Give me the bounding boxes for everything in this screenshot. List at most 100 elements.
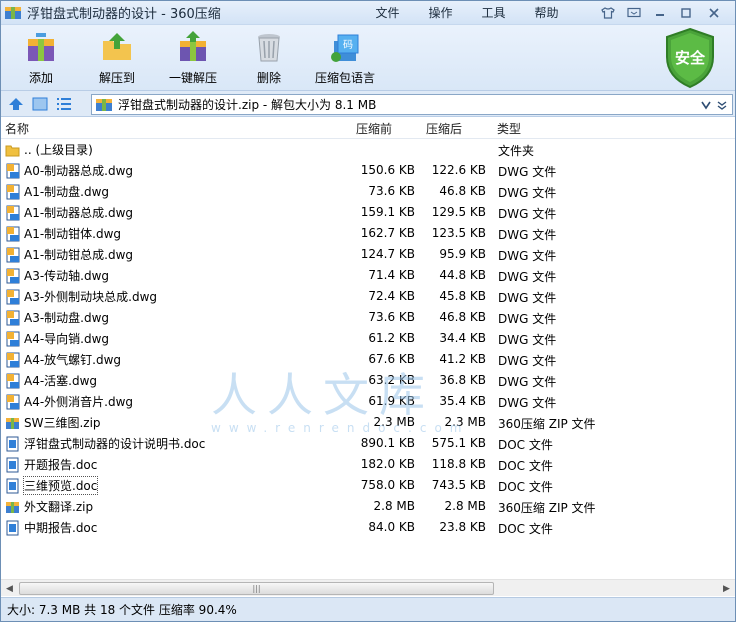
- one-click-extract-label: 一键解压: [168, 71, 217, 85]
- menu-tools[interactable]: 工具: [467, 4, 520, 22]
- file-name: A4-导向销.dwg: [24, 332, 110, 346]
- doc-file-icon: [5, 457, 24, 473]
- file-name-cell: A1-制动器总成.dwg: [5, 204, 133, 221]
- svg-text:码: 码: [343, 39, 353, 51]
- size-before: 890.1 KB: [360, 436, 415, 450]
- file-row[interactable]: 浮钳盘式制动器的设计说明书.doc 890.1 KB 575.1 KB DOC 文件: [1, 433, 735, 454]
- extract-folder-icon: [103, 33, 131, 60]
- message-icon[interactable]: [623, 4, 645, 21]
- minimize-icon[interactable]: [649, 4, 671, 21]
- size-after: 118.8 KB: [431, 457, 486, 471]
- delete-label: 删除: [256, 71, 281, 85]
- file-type: DOC 文件: [498, 522, 553, 536]
- scroll-thumb[interactable]: |||: [19, 582, 494, 595]
- one-click-extract-button[interactable]: 一键解压: [157, 25, 229, 90]
- window-title: 浮钳盘式制动器的设计 - 360压缩: [27, 7, 221, 22]
- size-before: 182.0 KB: [360, 457, 415, 471]
- file-row[interactable]: 中期报告.doc 84.0 KB 23.8 KB DOC 文件: [1, 517, 735, 538]
- file-type: 文件夹: [498, 144, 535, 158]
- scroll-left-icon[interactable]: ◀: [1, 580, 18, 597]
- one-click-extract-icon: [180, 31, 206, 61]
- dwg-file-icon: [5, 310, 24, 326]
- size-before: 2.3 MB: [373, 415, 415, 429]
- maximize-icon[interactable]: [675, 4, 697, 21]
- file-row[interactable]: A1-制动钳体.dwg 162.7 KB 123.5 KB DWG 文件: [1, 223, 735, 244]
- file-name-cell: A3-制动盘.dwg: [5, 309, 109, 326]
- file-name: A4-放气螺钉.dwg: [24, 353, 122, 367]
- file-name: 三维预览.doc: [22, 476, 99, 495]
- file-row[interactable]: 外文翻译.zip 2.8 MB 2.8 MB 360压缩 ZIP 文件: [1, 496, 735, 517]
- up-arrow-icon[interactable]: [7, 96, 25, 112]
- path-field[interactable]: 浮钳盘式制动器的设计.zip - 解包大小为 8.1 MB: [91, 94, 733, 115]
- file-row[interactable]: 三维预览.doc 758.0 KB 743.5 KB DOC 文件: [1, 475, 735, 496]
- size-after: 41.2 KB: [439, 352, 486, 366]
- file-name-cell: 三维预览.doc: [5, 476, 99, 495]
- file-row[interactable]: SW三维图.zip 2.3 MB 2.3 MB 360压缩 ZIP 文件: [1, 412, 735, 433]
- dwg-file-icon: [5, 373, 24, 389]
- column-name-header[interactable]: 名称: [5, 120, 29, 137]
- dwg-file-icon: [5, 352, 24, 368]
- size-before: 159.1 KB: [360, 205, 415, 219]
- size-before: 72.4 KB: [368, 289, 415, 303]
- size-after: 35.4 KB: [439, 394, 486, 408]
- file-list: 名称 压缩前 压缩后 类型 .. (上级目录) 文件夹 A0-制动器总成.dwg 15…: [1, 119, 735, 579]
- file-row[interactable]: A4-外侧消音片.dwg 61.9 KB 35.4 KB DWG 文件: [1, 391, 735, 412]
- collapse-chevron-icon[interactable]: [714, 96, 730, 113]
- list-view-icon[interactable]: [55, 96, 73, 112]
- size-after: 2.3 MB: [444, 415, 486, 429]
- app-zip-icon: [5, 6, 21, 19]
- column-before-header[interactable]: 压缩前: [356, 120, 392, 137]
- menu-operation[interactable]: 操作: [414, 4, 467, 22]
- add-label: 添加: [28, 71, 53, 85]
- scroll-right-icon[interactable]: ▶: [718, 580, 735, 597]
- file-type: DWG 文件: [498, 186, 557, 200]
- column-type-header[interactable]: 类型: [497, 120, 521, 137]
- archive-code-button[interactable]: 码 压缩包语言: [309, 25, 381, 90]
- menu-help[interactable]: 帮助: [520, 4, 573, 22]
- size-after: 743.5 KB: [431, 478, 486, 492]
- size-after: 36.8 KB: [439, 373, 486, 387]
- security-shield-button[interactable]: 安全: [663, 27, 717, 89]
- file-row[interactable]: A1-制动盘.dwg 73.6 KB 46.8 KB DWG 文件: [1, 181, 735, 202]
- file-name-cell: A3-传动轴.dwg: [5, 267, 109, 284]
- horizontal-scrollbar[interactable]: ◀ ||| ▶: [1, 579, 735, 596]
- file-type: DWG 文件: [498, 312, 557, 326]
- close-icon[interactable]: [701, 4, 727, 21]
- size-before: 61.9 KB: [368, 394, 415, 408]
- file-name: A4-活塞.dwg: [24, 374, 98, 388]
- file-row[interactable]: A4-导向销.dwg 61.2 KB 34.4 KB DWG 文件: [1, 328, 735, 349]
- zip-file-icon: [5, 499, 24, 515]
- add-archive-icon: [28, 33, 54, 61]
- file-row[interactable]: A3-制动盘.dwg 73.6 KB 46.8 KB DWG 文件: [1, 307, 735, 328]
- delete-button[interactable]: 删除: [233, 25, 305, 90]
- column-after-header[interactable]: 压缩后: [426, 120, 462, 137]
- file-type: DWG 文件: [498, 291, 557, 305]
- file-row[interactable]: 开题报告.doc 182.0 KB 118.8 KB DOC 文件: [1, 454, 735, 475]
- extract-to-button[interactable]: 解压到: [81, 25, 153, 90]
- size-before: 2.8 MB: [373, 499, 415, 513]
- file-row[interactable]: A3-外侧制动块总成.dwg 72.4 KB 45.8 KB DWG 文件: [1, 286, 735, 307]
- file-row[interactable]: A4-放气螺钉.dwg 67.6 KB 41.2 KB DWG 文件: [1, 349, 735, 370]
- dropdown-chevron-icon[interactable]: [698, 96, 714, 113]
- file-row[interactable]: .. (上级目录) 文件夹: [1, 139, 735, 160]
- dwg-file-icon: [5, 394, 24, 410]
- file-type: DOC 文件: [498, 480, 553, 494]
- file-row[interactable]: A4-活塞.dwg 63.2 KB 36.8 KB DWG 文件: [1, 370, 735, 391]
- thumbnail-view-icon[interactable]: [31, 96, 49, 112]
- file-type: 360压缩 ZIP 文件: [498, 417, 596, 431]
- path-buttons: [698, 96, 730, 113]
- file-name: A0-制动器总成.dwg: [24, 164, 134, 178]
- add-button[interactable]: 添加: [5, 25, 77, 90]
- skin-shirt-icon[interactable]: [597, 4, 619, 21]
- size-after: 123.5 KB: [431, 226, 486, 240]
- file-type: DWG 文件: [498, 354, 557, 368]
- file-row[interactable]: A3-传动轴.dwg 71.4 KB 44.8 KB DWG 文件: [1, 265, 735, 286]
- file-row[interactable]: A1-制动器总成.dwg 159.1 KB 129.5 KB DWG 文件: [1, 202, 735, 223]
- size-before: 758.0 KB: [360, 478, 415, 492]
- dwg-file-icon: [5, 331, 24, 347]
- file-row[interactable]: A0-制动器总成.dwg 150.6 KB 122.6 KB DWG 文件: [1, 160, 735, 181]
- file-type: DWG 文件: [498, 207, 557, 221]
- dwg-file-icon: [5, 247, 24, 263]
- file-row[interactable]: A1-制动钳总成.dwg 124.7 KB 95.9 KB DWG 文件: [1, 244, 735, 265]
- menu-file[interactable]: 文件: [361, 4, 414, 22]
